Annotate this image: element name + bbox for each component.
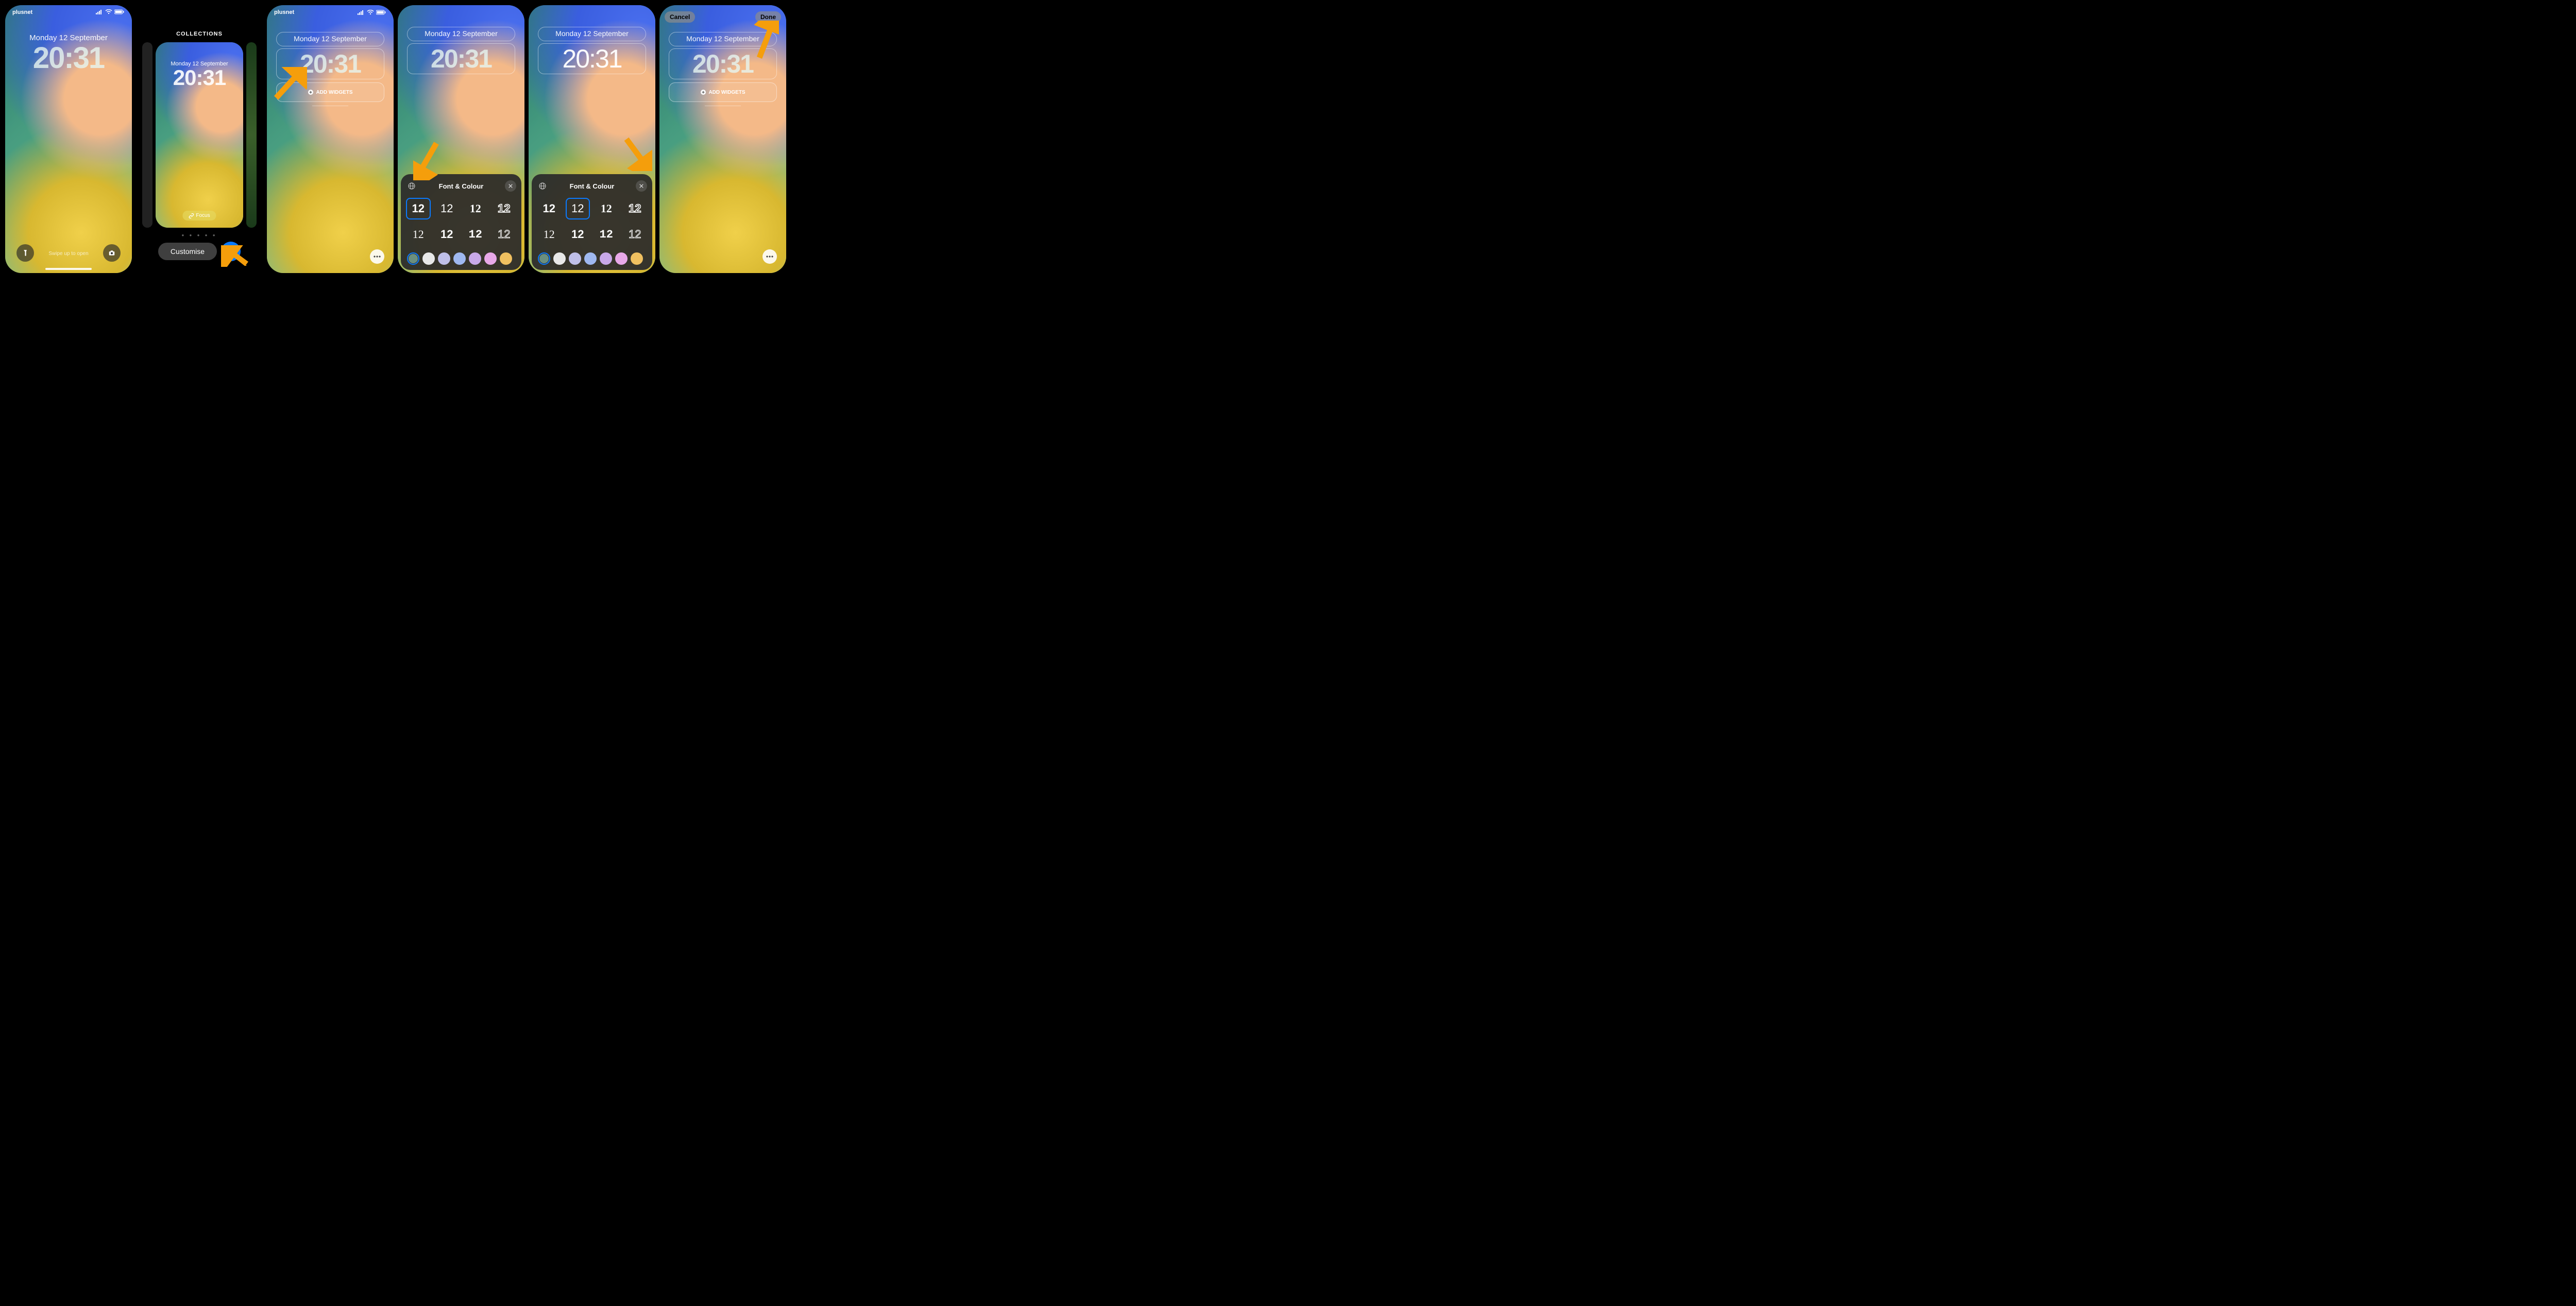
camera-button[interactable]	[103, 244, 121, 262]
carrier-label: plusnet	[12, 9, 32, 16]
colour-row	[537, 252, 647, 265]
colour-row	[406, 252, 516, 265]
font-option-4[interactable]: 12	[492, 198, 517, 219]
font-colour-sheet: Font & Colour 12 12 12 12 12 12 12 12	[532, 174, 652, 270]
font-option-6[interactable]: 12	[566, 224, 590, 245]
collections-header: COLLECTIONS	[136, 31, 263, 37]
colour-swatch-1[interactable]	[538, 252, 550, 265]
editor-date: Monday 12 September	[294, 35, 367, 43]
font-sheet-panel-2: Monday 12 September 20:31 Font & Colour …	[529, 5, 655, 273]
editor-time: 20:31	[692, 51, 753, 77]
date-widget-frame[interactable]: Monday 12 September	[669, 32, 777, 46]
add-widgets-label: ADD WIDGETS	[316, 90, 352, 95]
sheet-title: Font & Colour	[548, 182, 636, 190]
font-option-5[interactable]: 12	[537, 224, 562, 245]
customise-button[interactable]: Customise	[158, 243, 217, 260]
font-grid: 12 12 12 12 12 12 12 12	[406, 198, 516, 245]
gallery-current-wallpaper[interactable]: Monday 12 September 20:31 Focus	[156, 42, 243, 228]
close-icon[interactable]	[636, 180, 647, 192]
font-option-5[interactable]: 12	[406, 224, 431, 245]
colour-swatch-3[interactable]	[438, 252, 450, 265]
font-option-7[interactable]: 12	[594, 224, 619, 245]
font-option-1[interactable]: 12	[406, 198, 431, 219]
font-option-6[interactable]: 12	[435, 224, 460, 245]
font-option-2[interactable]: 12	[435, 198, 460, 219]
date-widget-frame[interactable]: Monday 12 September	[276, 32, 384, 46]
wifi-icon	[105, 9, 112, 16]
more-button[interactable]	[762, 249, 777, 264]
add-wallpaper-button[interactable]	[221, 242, 241, 261]
signal-icon	[96, 9, 103, 16]
add-widgets-button[interactable]: ADD WIDGETS	[276, 82, 384, 102]
font-option-2[interactable]: 12	[566, 198, 590, 219]
page-dots: ● ● ● ● ●	[136, 233, 263, 238]
time-widget-frame[interactable]: 20:31	[407, 43, 515, 74]
date-widget-frame[interactable]: Monday 12 September	[538, 27, 646, 41]
done-button[interactable]: Done	[755, 11, 781, 23]
font-sheet-panel-1: Monday 12 September 20:31 Font & Colour …	[398, 5, 524, 273]
battery-icon	[114, 9, 125, 16]
lock-time: 20:31	[5, 43, 132, 73]
colour-swatch-7[interactable]	[500, 252, 512, 265]
editor-panel-time: plusnet Monday 12 September 20:31 ADD WI…	[267, 5, 394, 273]
time-widget-frame[interactable]: 20:31	[538, 43, 646, 74]
font-grid: 12 12 12 12 12 12 12 12	[537, 198, 647, 245]
colour-swatch-2[interactable]	[422, 252, 435, 265]
flashlight-button[interactable]	[16, 244, 34, 262]
font-option-1[interactable]: 12	[537, 198, 562, 219]
font-option-8[interactable]: 12	[492, 224, 517, 245]
editor-time: 20:31	[431, 46, 492, 72]
font-option-3[interactable]: 12	[594, 198, 619, 219]
status-indicators	[358, 9, 386, 15]
font-option-8[interactable]: 12	[623, 224, 648, 245]
editor-panel-done: Cancel Done Monday 12 September 20:31 AD…	[659, 5, 786, 273]
colour-swatch-4[interactable]	[584, 252, 597, 265]
editor-date: Monday 12 September	[555, 29, 629, 38]
close-icon[interactable]	[505, 180, 516, 192]
colour-swatch-5[interactable]	[469, 252, 481, 265]
globe-icon[interactable]	[537, 180, 548, 192]
focus-pill[interactable]: Focus	[182, 211, 216, 221]
colour-swatch-4[interactable]	[453, 252, 466, 265]
colour-swatch-2[interactable]	[553, 252, 566, 265]
font-option-7[interactable]: 12	[463, 224, 488, 245]
gallery-prev-peek[interactable]	[142, 42, 152, 228]
time-widget-frame[interactable]: 20:31	[276, 48, 384, 79]
colour-swatch-1[interactable]	[407, 252, 419, 265]
colour-swatch-6[interactable]	[484, 252, 497, 265]
cancel-button[interactable]: Cancel	[665, 11, 695, 23]
status-bar: plusnet	[5, 8, 132, 17]
colour-swatch-3[interactable]	[569, 252, 581, 265]
globe-icon[interactable]	[406, 180, 417, 192]
lockscreen-panel: plusnet Monday 12 September 20:31 Swipe …	[5, 5, 132, 273]
date-widget-frame[interactable]: Monday 12 September	[407, 27, 515, 41]
add-widgets-button[interactable]: ADD WIDGETS	[669, 82, 777, 102]
gallery-next-peek[interactable]	[246, 42, 257, 228]
font-option-3[interactable]: 12	[463, 198, 488, 219]
status-bar: plusnet	[267, 8, 394, 16]
status-indicators	[96, 9, 125, 16]
more-button[interactable]	[370, 249, 384, 264]
editor-time: 20:31	[300, 51, 361, 77]
font-colour-sheet: Font & Colour 12 12 12 12 12 12 12 12	[401, 174, 521, 270]
editor-date: Monday 12 September	[425, 29, 498, 38]
mini-time: 20:31	[156, 67, 243, 89]
colour-swatch-5[interactable]	[600, 252, 612, 265]
editor-time: 20:31	[562, 46, 621, 72]
home-indicator[interactable]	[45, 268, 92, 270]
editor-date: Monday 12 September	[686, 35, 759, 43]
time-widget-frame[interactable]: 20:31	[669, 48, 777, 79]
sheet-title: Font & Colour	[417, 182, 505, 190]
carrier-label: plusnet	[274, 9, 294, 15]
font-option-4[interactable]: 12	[623, 198, 648, 219]
colour-swatch-7[interactable]	[631, 252, 643, 265]
gallery-panel: COLLECTIONS Monday 12 September 20:31 Fo…	[136, 5, 263, 273]
focus-label: Focus	[196, 213, 210, 218]
colour-swatch-6[interactable]	[615, 252, 628, 265]
add-widgets-label: ADD WIDGETS	[708, 90, 745, 95]
